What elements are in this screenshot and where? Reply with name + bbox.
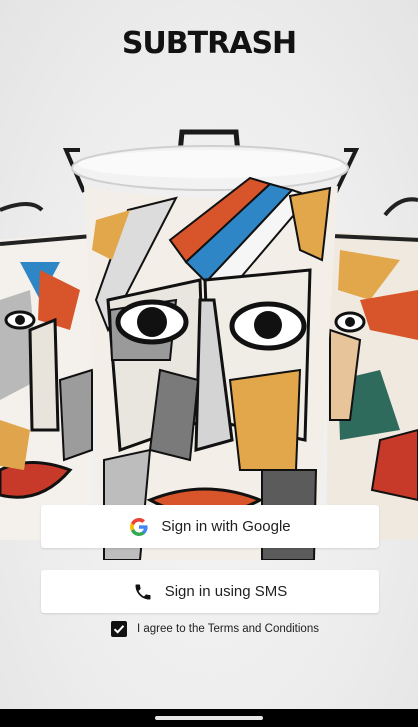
terms-label[interactable]: I agree to the Terms and Conditions xyxy=(137,623,319,635)
sms-button-label: Sign in using SMS xyxy=(164,583,288,600)
center-trash-can xyxy=(62,129,360,560)
terms-checkbox[interactable] xyxy=(111,621,127,637)
sign-in-sms-button[interactable]: Sign in using SMS xyxy=(41,570,379,613)
trash-can-artwork xyxy=(0,129,418,560)
left-trash-can xyxy=(0,202,95,540)
login-screen: SUBTRASH Sign in with Google Sign in usi… xyxy=(0,0,418,727)
system-navigation-bar xyxy=(0,709,418,727)
sign-in-google-button[interactable]: Sign in with Google xyxy=(41,505,379,548)
app-logo: SUBTRASH xyxy=(121,26,297,61)
google-g-icon xyxy=(129,517,149,537)
home-indicator[interactable] xyxy=(155,716,263,720)
terms-row: I agree to the Terms and Conditions xyxy=(111,621,319,637)
right-trash-can xyxy=(326,197,418,540)
phone-icon xyxy=(133,582,153,602)
checkmark-icon xyxy=(113,625,125,634)
google-button-label: Sign in with Google xyxy=(161,518,291,535)
